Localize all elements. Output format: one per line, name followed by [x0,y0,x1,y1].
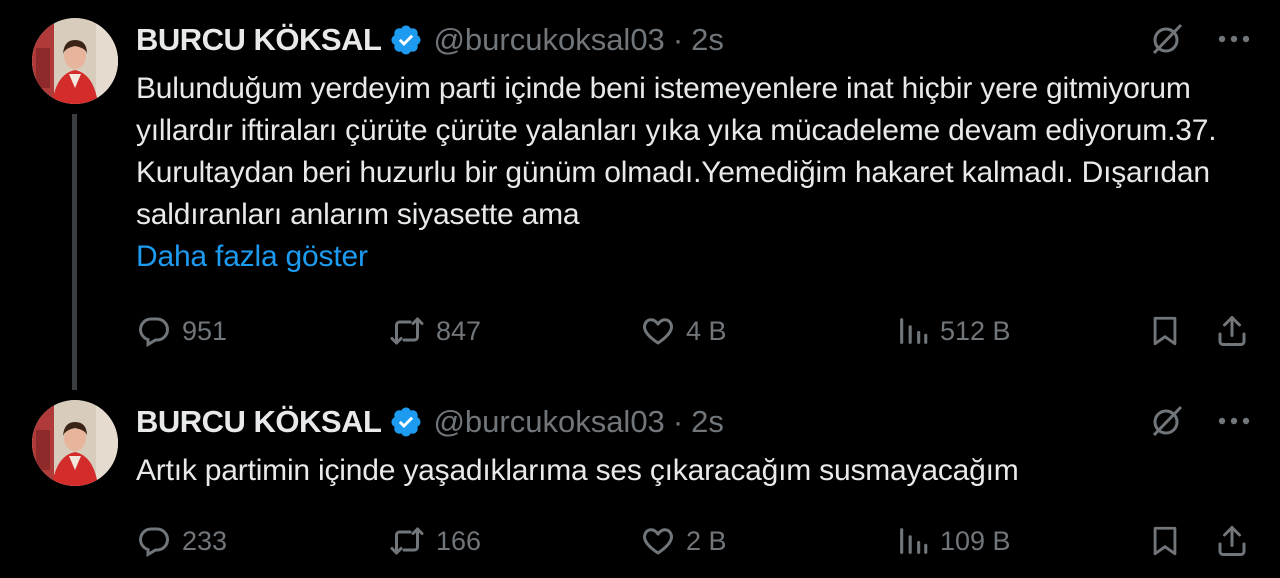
views-bar-icon [900,318,928,344]
author-name[interactable]: BURCU KÖKSAL [136,404,382,440]
reply-count: 233 [182,525,228,556]
retweet-button[interactable]: 166 [388,521,481,561]
bookmark-button[interactable] [1148,521,1182,561]
retweet-count: 847 [436,315,482,346]
like-count: 4 B [686,315,727,346]
tweet-text: Artık partimin içinde yaşadıklarıma ses … [136,450,1246,492]
views-bar-icon [900,528,928,554]
tweet-text-content: Bulunduğum yerdeyim parti içinde beni is… [136,72,1217,231]
share-button[interactable] [1214,311,1250,351]
thread-line [72,114,77,390]
timestamp[interactable]: 2s [691,404,724,440]
show-more-link[interactable]: Daha fazla göster [136,236,1246,278]
slashed-circle-icon[interactable] [1150,22,1184,56]
tweet-actions: 233 166 2 B 109 B [136,521,1250,561]
reply-count: 951 [182,315,228,346]
timestamp[interactable]: 2s [691,22,724,58]
tweet-text: Bulunduğum yerdeyim parti içinde beni is… [136,68,1246,278]
like-count: 2 B [686,525,727,556]
bookmark-icon [1153,316,1177,346]
retweet-count: 166 [436,525,482,556]
bookmark-button[interactable] [1148,311,1182,351]
separator-dot: · [672,404,684,439]
reply-bubble-icon [139,527,169,558]
heart-icon [643,528,673,555]
author-handle[interactable]: @burcukoksal03 [433,22,664,58]
retweet-button[interactable]: 847 [388,311,481,351]
more-dots-icon[interactable] [1218,416,1250,426]
tweet[interactable]: BURCU KÖKSAL @burcukoksal03 · 2s Bulundu… [0,0,1280,390]
retweet-icon [390,527,424,555]
share-icon [1218,316,1246,346]
slashed-circle-icon[interactable] [1150,404,1184,438]
reply-bubble-icon [139,317,169,348]
heart-icon [643,318,673,345]
retweet-icon [390,317,424,345]
like-button[interactable]: 4 B [640,311,727,351]
bookmark-icon [1153,526,1177,556]
tweet[interactable]: BURCU KÖKSAL @burcukoksal03 · 2s Artık p… [0,390,1280,578]
more-dots-icon[interactable] [1218,34,1250,44]
share-icon [1218,526,1246,556]
views-count: 512 B [940,315,1011,346]
tweet-header: BURCU KÖKSAL @burcukoksal03 · 2s [136,400,724,444]
avatar[interactable] [32,400,118,486]
tweet-text-content: Artık partimin içinde yaşadıklarıma ses … [136,454,1019,487]
views-button[interactable]: 512 B [896,311,1011,351]
tweet-actions: 951 847 4 B 512 B [136,311,1250,351]
avatar[interactable] [32,18,118,104]
separator-dot: · [672,22,684,57]
author-handle[interactable]: @burcukoksal03 [433,404,664,440]
reply-button[interactable]: 951 [136,311,227,351]
verified-badge-icon [391,25,421,55]
tweet-header: BURCU KÖKSAL @burcukoksal03 · 2s [136,18,724,62]
views-count: 109 B [940,525,1011,556]
verified-badge-icon [391,407,421,437]
share-button[interactable] [1214,521,1250,561]
views-button[interactable]: 109 B [896,521,1011,561]
like-button[interactable]: 2 B [640,521,727,561]
author-name[interactable]: BURCU KÖKSAL [136,22,382,58]
reply-button[interactable]: 233 [136,521,227,561]
